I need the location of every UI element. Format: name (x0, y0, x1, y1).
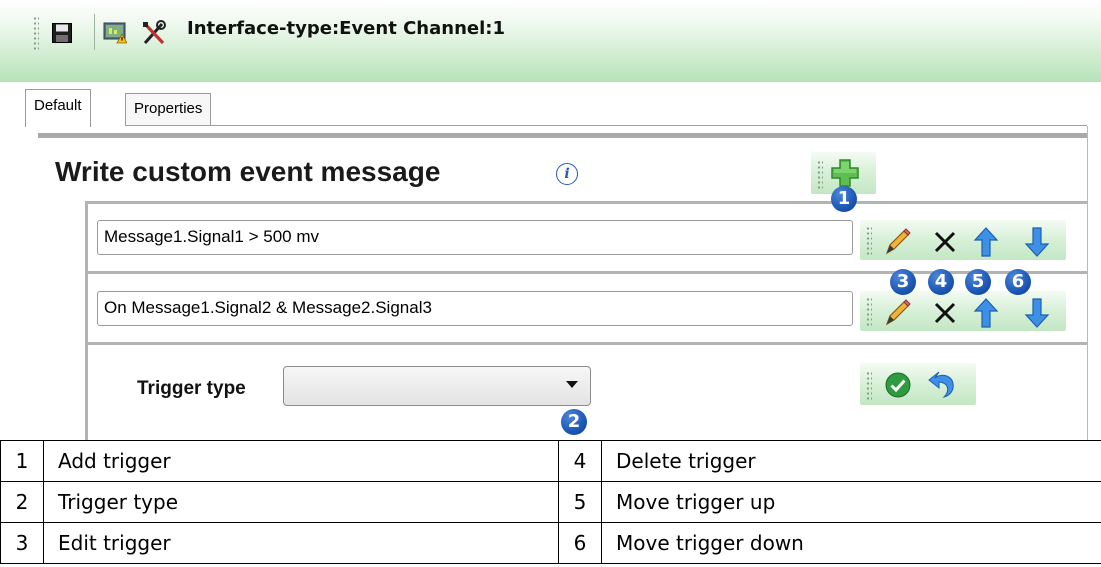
legend-number: 4 (558, 440, 602, 482)
arrow-down-icon[interactable] (1021, 297, 1053, 329)
legend-number: 6 (558, 522, 602, 564)
legend-text: Move trigger up (601, 481, 1101, 523)
callout-badge: 2 (561, 409, 587, 435)
legend-number: 5 (558, 481, 602, 523)
save-icon[interactable] (52, 23, 72, 43)
callout-badge: 5 (965, 269, 991, 295)
toolbar-separator (94, 14, 95, 50)
legend-row: 2 Trigger type 5 Move trigger up (0, 481, 1101, 523)
tab-properties[interactable]: Properties (125, 93, 212, 125)
add-trigger-button[interactable] (829, 157, 861, 189)
window-title: Interface-type:Event Channel:1 (187, 18, 505, 39)
undo-icon[interactable] (926, 369, 958, 401)
legend-text: Add trigger (43, 440, 559, 482)
checkmark-icon[interactable] (883, 370, 913, 400)
add-toolbar-grip[interactable] (817, 160, 823, 190)
callout-badge: 4 (928, 269, 954, 295)
legend-table: 1 Add trigger 4 Delete trigger 2 Trigger… (0, 440, 1101, 564)
monitor-icon[interactable] (103, 22, 128, 44)
row-left-border (85, 201, 88, 440)
legend-text: Delete trigger (601, 440, 1101, 482)
legend-text: Edit trigger (43, 522, 559, 564)
edit-icon[interactable] (881, 226, 913, 258)
trigger-type-select[interactable] (283, 366, 591, 406)
confirm-toolbar-grip[interactable] (866, 371, 872, 401)
trigger-actions-grip[interactable] (866, 226, 872, 256)
delete-icon[interactable] (929, 226, 961, 258)
arrow-up-icon[interactable] (970, 226, 1002, 258)
legend-row: 1 Add trigger 4 Delete trigger (0, 440, 1101, 482)
arrow-up-icon[interactable] (970, 297, 1002, 329)
panel-top-bar (38, 133, 1087, 138)
trigger-expression-field[interactable]: Message1.Signal1 > 500 mv (97, 220, 853, 255)
legend-text: Move trigger down (601, 522, 1101, 564)
event-channel-window: Interface-type:Event Channel:1 Default P… (0, 0, 1101, 440)
toolbar-grip[interactable] (33, 16, 39, 50)
chevron-down-icon (566, 381, 578, 388)
delete-icon[interactable] (929, 297, 961, 329)
edit-icon[interactable] (881, 297, 913, 329)
trigger-expression-field[interactable]: On Message1.Signal2 & Message2.Signal3 (97, 291, 853, 326)
tab-default[interactable]: Default (25, 89, 91, 127)
row-separator (85, 342, 1087, 345)
arrow-down-icon[interactable] (1021, 226, 1053, 258)
panel-title: Write custom event message (55, 156, 441, 187)
legend-number: 2 (0, 481, 44, 523)
legend-row: 3 Edit trigger 6 Move trigger down (0, 522, 1101, 564)
callout-badge: 6 (1005, 269, 1031, 295)
confirm-toolbar (860, 363, 976, 405)
legend-text: Trigger type (43, 481, 559, 523)
trigger-actions-grip[interactable] (866, 297, 872, 327)
tools-icon[interactable] (142, 20, 166, 46)
callout-badge: 1 (831, 186, 857, 212)
info-icon[interactable]: i (556, 163, 578, 185)
legend-number: 1 (0, 440, 44, 482)
callout-badge: 3 (890, 269, 916, 295)
row-separator (85, 201, 1087, 204)
legend-number: 3 (0, 522, 44, 564)
trigger-type-label: Trigger type (137, 378, 246, 399)
